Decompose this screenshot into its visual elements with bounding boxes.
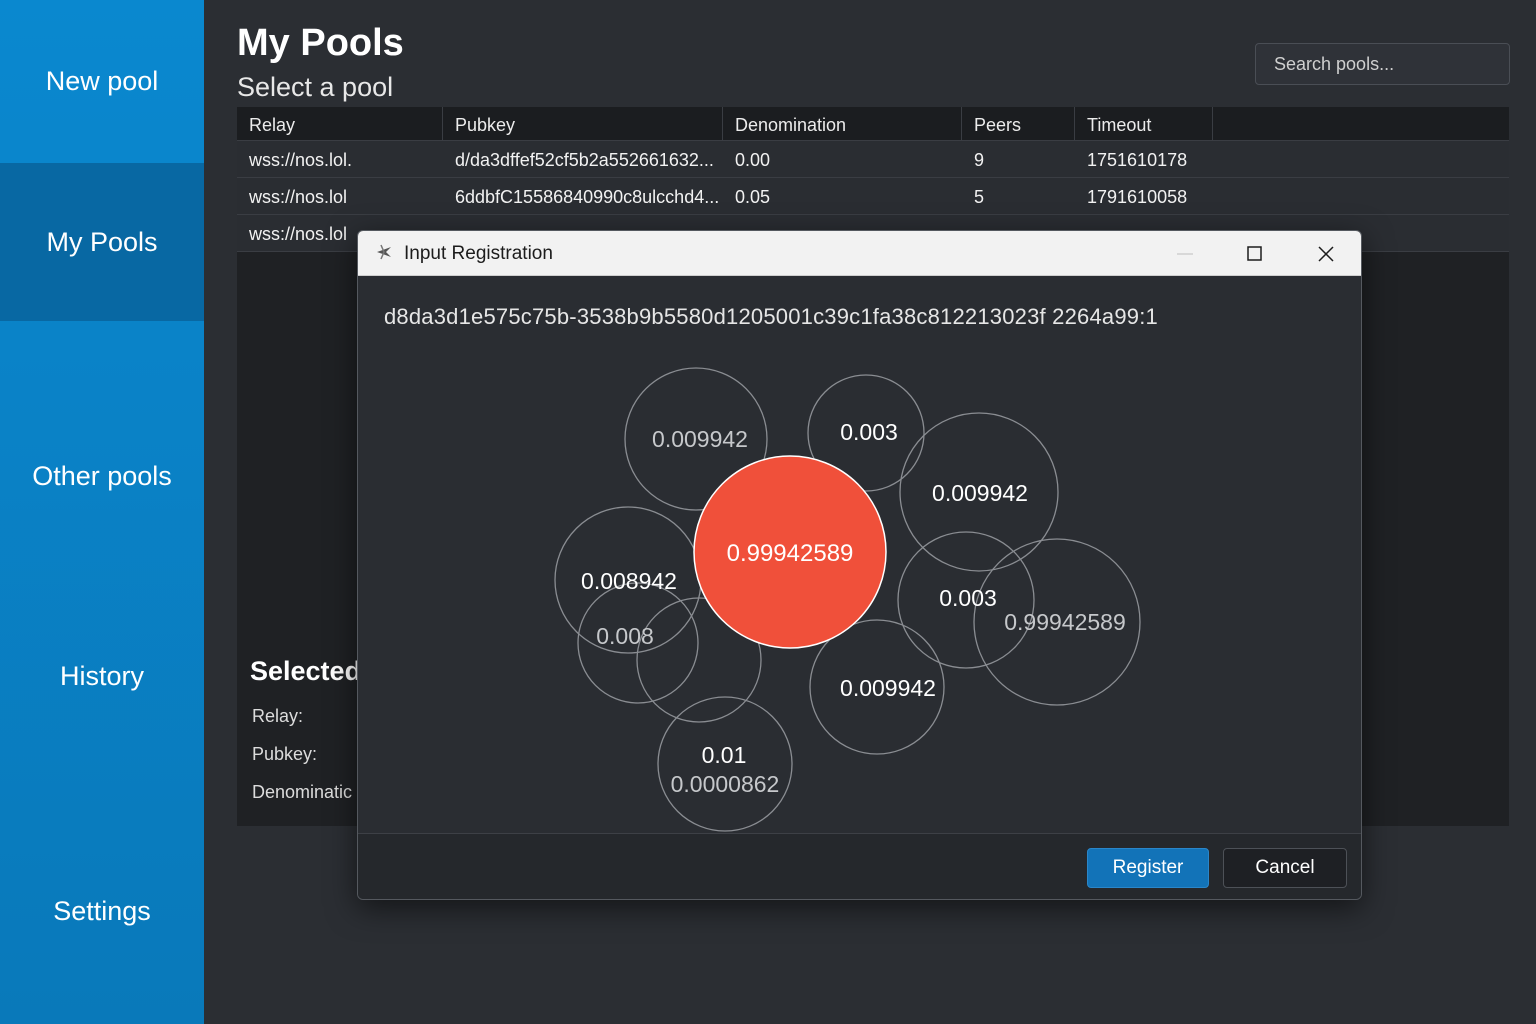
page-title: My Pools [237, 22, 404, 64]
column-header-timeout[interactable]: Timeout [1075, 107, 1213, 141]
sidebar-item-history[interactable]: History [0, 631, 204, 721]
sidebar-item-my-pools[interactable]: My Pools [0, 163, 204, 321]
cell-peers: 5 [974, 187, 985, 207]
dialog-body: d8da3d1e575c75b-3538b9b5580d1205001c39c1… [358, 276, 1361, 833]
sidebar-item-label: New pool [45, 66, 159, 96]
selected-denomination-label: Denominatic [252, 782, 353, 802]
column-header-pubkey[interactable]: Pubkey [443, 107, 723, 141]
bubble-label: 0.008942 [581, 568, 677, 594]
sidebar-item-label: History [59, 660, 144, 691]
sidebar-item-settings[interactable]: Settings [0, 866, 204, 956]
bubble-label: 0.003 [840, 419, 898, 445]
minimize-button[interactable] [1157, 231, 1213, 276]
sidebar: New pool My Pools Other pools History Se… [0, 0, 204, 1024]
dialog-title: Input Registration [404, 243, 553, 264]
maximize-icon [1247, 245, 1262, 261]
sidebar-item-label: Settings [53, 895, 151, 926]
bubble-label: 0.009942 [932, 480, 1028, 506]
cell-pubkey: d/da3dffef52cf5b2a552661632... [455, 150, 714, 170]
bubble-sublabel: 0.0000862 [671, 771, 780, 797]
dialog-footer: Register Cancel [358, 833, 1361, 899]
cancel-button[interactable]: Cancel [1223, 848, 1347, 888]
maximize-button[interactable] [1227, 231, 1283, 276]
cell-timeout: 1751610178 [1087, 150, 1188, 170]
coin-bubble-chart: 0.009942 0.003 0.009942 0.008942 0.008 0… [554, 367, 1141, 832]
bubble-label: 0.01 [702, 742, 747, 768]
bubble-label: 0.008 [596, 623, 654, 649]
bubble-label: 0.003 [939, 585, 997, 611]
sidebar-item-label: Other pools [32, 460, 172, 491]
table-row[interactable]: wss://nos.lol. d/da3dffef52cf5b2a5526616… [237, 141, 1509, 178]
minimize-icon [1177, 252, 1193, 255]
selected-title: Selected [250, 656, 362, 686]
cell-timeout: 1791610058 [1087, 187, 1188, 207]
bubble-label: 0.009942 [840, 675, 936, 701]
cell-pubkey: 6ddbfC15586840990c8ulcchd4... [455, 187, 720, 207]
selected-relay-label: Relay: [252, 706, 304, 726]
selected-bubble-label: 0.99942589 [727, 540, 854, 567]
table-header: Relay Pubkey Denomination Peers Timeout [237, 107, 1509, 141]
dialog-titlebar[interactable]: Input Registration [358, 231, 1361, 276]
sidebar-item-label: My Pools [46, 226, 158, 257]
table-row[interactable]: wss://nos.lol 6ddbfC15586840990c8ulcchd4… [237, 178, 1509, 215]
search-input[interactable] [1255, 43, 1510, 85]
input-registration-dialog: Input Registration d8da3d1e575c75b-3538b… [357, 230, 1362, 900]
cell-relay: wss://nos.lol. [249, 150, 353, 170]
register-button[interactable]: Register [1087, 848, 1209, 888]
cell-peers: 9 [974, 150, 985, 170]
sidebar-item-new-pool[interactable]: New pool [0, 0, 204, 163]
column-header-denomination[interactable]: Denomination [723, 107, 962, 141]
cell-relay: wss://nos.lol [249, 187, 348, 207]
selected-pubkey-label: Pubkey: [252, 744, 318, 764]
column-header-relay[interactable]: Relay [237, 107, 443, 141]
bubble-label: 0.99942589 [1004, 609, 1126, 635]
column-header-peers[interactable]: Peers [962, 107, 1075, 141]
bubble-label: 0.009942 [652, 426, 748, 452]
cell-denomination: 0.00 [735, 150, 771, 170]
sidebar-item-other-pools[interactable]: Other pools [0, 321, 204, 631]
page-subtitle: Select a pool [237, 72, 394, 102]
close-button[interactable] [1298, 231, 1354, 276]
app-icon [377, 244, 391, 260]
close-icon [1318, 245, 1334, 262]
cell-denomination: 0.05 [735, 187, 771, 207]
